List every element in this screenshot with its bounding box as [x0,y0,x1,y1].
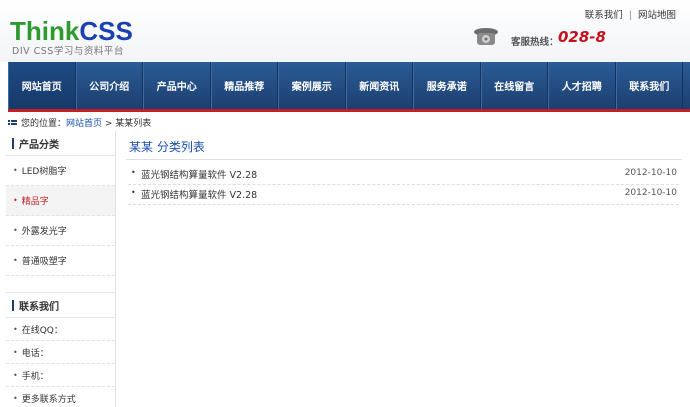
category-title: 产品分类 [6,131,115,156]
hotline-box: 客服热线： 028-8 [468,25,686,51]
bullet-icon: • [13,324,18,334]
breadcrumb-prefix: 您的位置： [21,119,67,129]
sidebar: 产品分类 • LED树脂字 • 精品字 • 外露发光字 • 普通吸塑字 联系我们 • 在线… [6,131,116,407]
logo-subtitle: DIV CSS学习与资料平台 [12,46,124,57]
nav-item-home[interactable]: 网站首页 [8,62,76,109]
telephone-icon [474,28,498,45]
breadcrumb: 您的位置：网站首页 > 某某列表 [8,116,151,129]
list-item[interactable]: • 蓝光钢结构算量软件 V2.28 2012-10-10 [128,163,679,185]
bullet-icon: • [13,196,18,205]
nav-item-service[interactable]: 服务承诺 [413,62,481,109]
category-item-exposed[interactable]: • 外露发光字 [6,216,115,246]
article-date: 2012-10-10 [624,188,677,198]
contact-item-phone: • 电话： [6,341,115,364]
category-item-premium[interactable]: • 精品字 [6,186,115,216]
bullet-icon: • [131,168,136,177]
bullet-icon: • [13,166,18,175]
breadcrumb-home-link[interactable]: 网站首页 [66,119,102,129]
nav-item-cases[interactable]: 案例展示 [278,62,346,109]
nav-item-jobs[interactable]: 人才招聘 [548,62,616,109]
nav-accent-line [8,109,690,112]
contact-item-mobile: • 手机： [6,364,115,387]
category-list: • LED树脂字 • 精品字 • 外露发光字 • 普通吸塑字 [6,156,115,276]
grid-icon [8,120,17,125]
bullet-icon: • [13,256,18,265]
top-link-contact[interactable]: 联系我们 [585,7,623,21]
breadcrumb-separator: > [102,119,116,129]
category-item-plastic[interactable]: • 普通吸塑字 [6,246,115,276]
list-item[interactable]: • 蓝光钢结构算量软件 V2.28 2012-10-10 [128,183,679,205]
hotline-label: 客服热线： [511,37,559,48]
site-header: ThinkCSS DIV CSS学习与资料平台 联系我们 | 网站地图 客服热线： … [0,0,690,62]
title-marker [12,137,14,149]
contact-list: • 在线QQ： • 电话： • 手机： • 更多联系方式 [6,318,115,407]
breadcrumb-current: 某某列表 [115,119,152,129]
bullet-icon: • [13,393,18,403]
main-nav: 网站首页 公司介绍 产品中心 精品推荐 案例展示 新闻资讯 服务承诺 在线留言 … [8,62,690,109]
nav-item-guestbook[interactable]: 在线留言 [480,62,548,109]
logo-css-text: CSS [79,16,133,46]
bullet-icon: • [13,347,18,357]
hotline-number: 028-8 [558,28,606,46]
bullet-icon: • [131,188,136,197]
nav-item-contact[interactable]: 联系我们 [615,62,683,109]
nav-item-products[interactable]: 产品中心 [143,62,211,109]
article-title[interactable]: 蓝光钢结构算量软件 V2.28 [141,167,257,181]
contact-title: 联系我们 [6,293,115,318]
contact-item-qq: • 在线QQ： [6,318,115,341]
contact-item-more[interactable]: • 更多联系方式 [6,387,115,407]
article-title[interactable]: 蓝光钢结构算量软件 V2.28 [141,187,257,201]
bullet-icon: • [13,370,18,380]
nav-item-about[interactable]: 公司介绍 [75,62,143,109]
bullet-icon: • [13,226,18,235]
nav-item-featured[interactable]: 精品推荐 [210,62,278,109]
sidebar-spacer [6,276,115,293]
top-links: 联系我们 | 网站地图 [585,7,676,21]
article-date: 2012-10-10 [624,168,677,178]
category-title-text: 产品分类 [19,139,59,151]
page-title: 某某 分类列表 [129,140,205,154]
category-item-led[interactable]: • LED树脂字 [6,156,115,186]
site-logo[interactable]: ThinkCSS DIV CSS学习与资料平台 [10,16,133,57]
contact-title-text: 联系我们 [19,301,59,313]
logo-think-text: Think [10,16,80,46]
top-links-separator: | [628,10,632,21]
main-content: 某某 分类列表 • 蓝光钢结构算量软件 V2.28 2012-10-10 • 蓝… [122,131,684,407]
top-link-sitemap[interactable]: 网站地图 [638,7,676,21]
title-divider [126,159,682,160]
nav-item-news[interactable]: 新闻资讯 [345,62,413,109]
title-marker [12,299,14,311]
